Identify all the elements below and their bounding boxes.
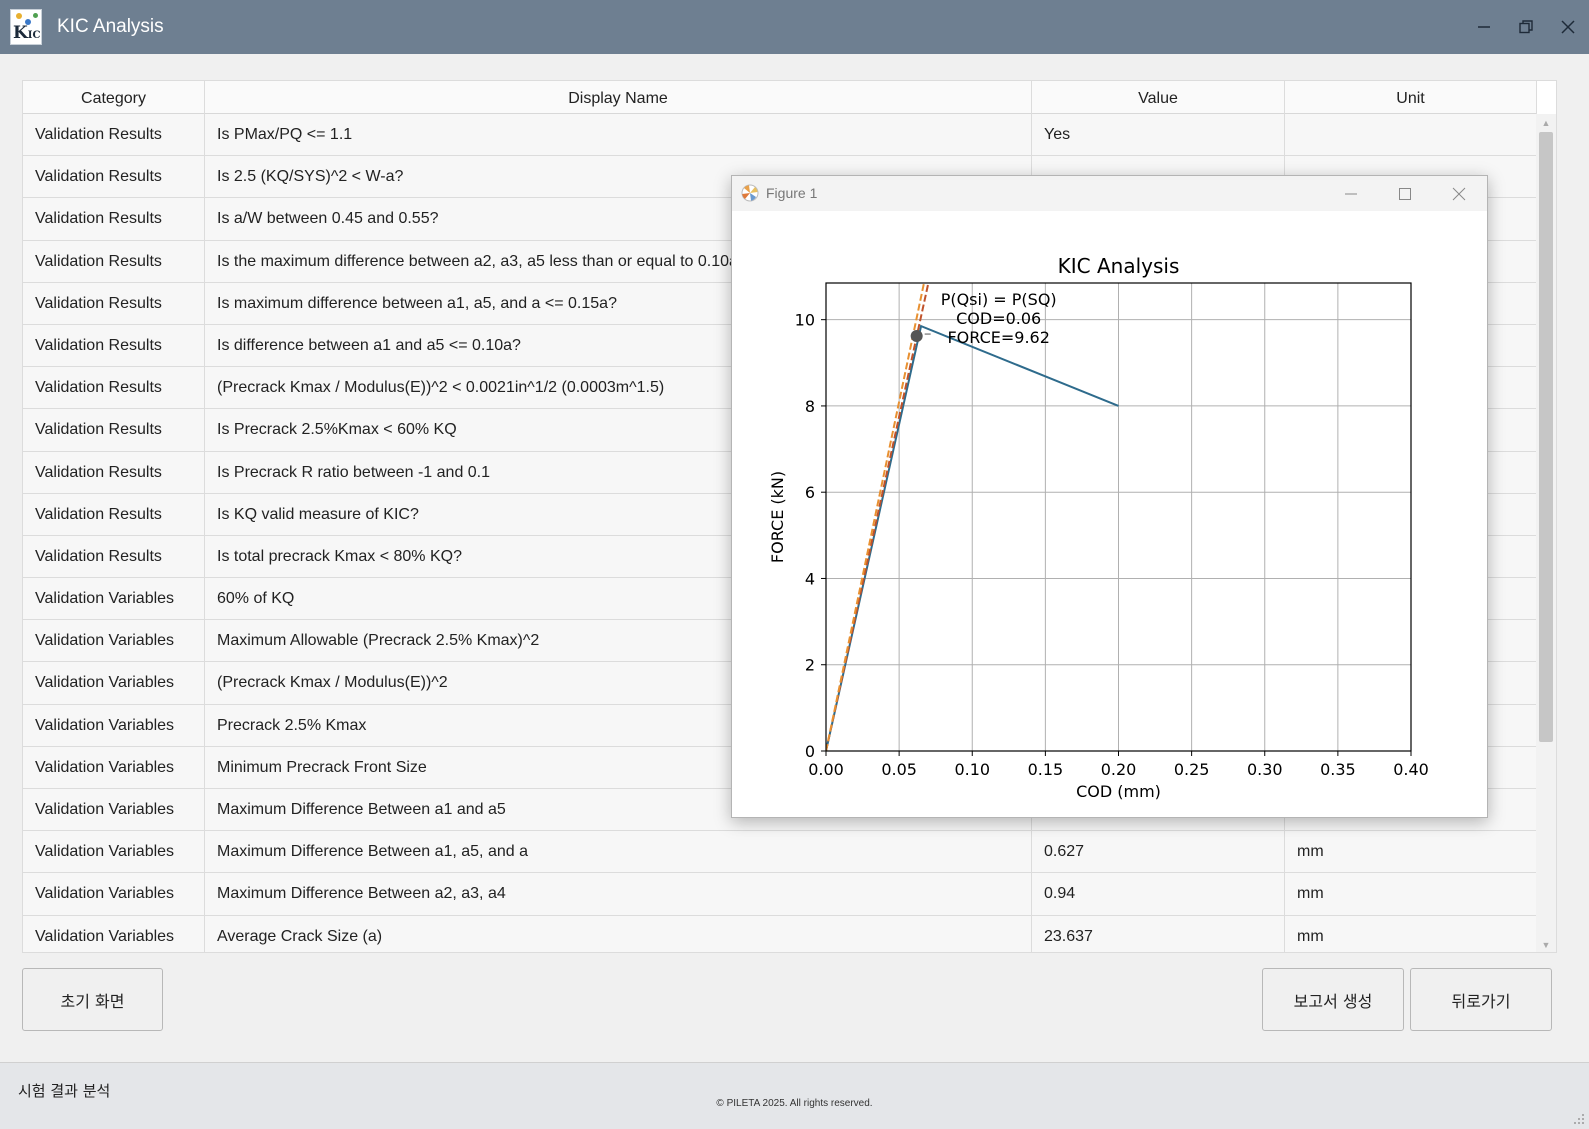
table-row[interactable]: Validation Variables Average Crack Size (…	[23, 915, 1537, 952]
cell-name: Maximum Difference Between a2, a3, a4	[205, 873, 1032, 915]
x-tick-label: 0.00	[808, 760, 844, 779]
cell-unit: mm	[1285, 873, 1537, 915]
scrollbar-thumb[interactable]	[1539, 132, 1553, 742]
cell-category: Validation Results	[23, 114, 205, 156]
vertical-scrollbar[interactable]: ▲ ▼	[1536, 114, 1556, 952]
column-header-category[interactable]: Category	[23, 81, 205, 114]
y-tick-label: 4	[805, 569, 815, 588]
cell-unit: mm	[1285, 915, 1537, 952]
cell-category: Validation Variables	[23, 789, 205, 831]
cell-category: Validation Variables	[23, 704, 205, 746]
cell-category: Validation Results	[23, 535, 205, 578]
annotation-text: P(Qsi) = P(SQ)	[941, 290, 1057, 309]
column-header-unit[interactable]: Unit	[1285, 81, 1537, 114]
home-screen-button[interactable]: 초기 화면	[22, 968, 163, 1031]
x-tick-label: 0.35	[1320, 760, 1356, 779]
scroll-up-icon[interactable]: ▲	[1536, 114, 1556, 132]
minimize-button[interactable]	[1463, 0, 1505, 54]
restore-button[interactable]	[1505, 0, 1547, 54]
cell-category: Validation Results	[23, 367, 205, 409]
x-tick-label: 0.25	[1174, 760, 1210, 779]
cell-category: Validation Variables	[23, 915, 205, 952]
cell-category: Validation Results	[23, 198, 205, 240]
y-axis-label: FORCE (kN)	[768, 471, 787, 563]
cell-unit: mm	[1285, 831, 1537, 873]
copyright-text: © PILETA 2025. All rights reserved.	[716, 1098, 873, 1109]
x-tick-label: 0.30	[1247, 760, 1283, 779]
status-bar: 시험 결과 분석 © PILETA 2025. All rights reser…	[0, 1062, 1589, 1129]
figure-title: Figure 1	[766, 185, 818, 201]
cell-value: 23.637	[1032, 915, 1285, 952]
cell-category: Validation Results	[23, 240, 205, 282]
y-tick-label: 6	[805, 483, 815, 502]
scroll-down-icon[interactable]: ▼	[1536, 936, 1556, 952]
x-tick-label: 0.40	[1393, 760, 1429, 779]
series-line-2	[826, 283, 925, 751]
close-icon	[1561, 20, 1575, 34]
cell-value: Yes	[1032, 114, 1285, 156]
cell-category: Validation Variables	[23, 873, 205, 915]
chart-title: KIC Analysis	[1058, 254, 1180, 278]
cell-category: Validation Variables	[23, 746, 205, 788]
close-button[interactable]	[1547, 0, 1589, 54]
table-header: Category Display Name Value Unit	[23, 81, 1537, 114]
annotation-text: COD=0.06	[956, 309, 1041, 328]
cell-value: 0.94	[1032, 873, 1285, 915]
y-tick-label: 8	[805, 397, 815, 416]
maximize-icon	[1399, 187, 1411, 200]
cell-category: Validation Results	[23, 451, 205, 493]
annotation-text: FORCE=9.62	[947, 328, 1049, 347]
cell-category: Validation Results	[23, 493, 205, 535]
y-tick-label: 10	[795, 311, 815, 330]
figure-minimize-button[interactable]	[1324, 176, 1378, 211]
x-tick-label: 0.10	[954, 760, 990, 779]
cell-category: Validation Results	[23, 409, 205, 451]
cell-category: Validation Variables	[23, 662, 205, 704]
x-tick-label: 0.05	[881, 760, 917, 779]
cell-category: Validation Results	[23, 324, 205, 367]
column-header-display-name[interactable]: Display Name	[205, 81, 1032, 114]
title-bar: KIC KIC Analysis	[0, 0, 1589, 54]
cell-name: Average Crack Size (a)	[205, 915, 1032, 952]
cell-unit	[1285, 114, 1537, 156]
app-logo-icon: KIC	[10, 9, 42, 45]
cell-category: Validation Variables	[23, 831, 205, 873]
column-header-value[interactable]: Value	[1032, 81, 1285, 114]
force-cod-chart: P(Qsi) = P(SQ)COD=0.06FORCE=9.62 0.00 0.05…	[768, 254, 1429, 801]
cell-category: Validation Variables	[23, 620, 205, 662]
minimize-icon	[1345, 193, 1357, 194]
cell-category: Validation Variables	[23, 578, 205, 620]
x-tick-label: 0.15	[1028, 760, 1064, 779]
resize-grip-icon[interactable]	[1573, 1113, 1585, 1125]
cell-value: 0.627	[1032, 831, 1285, 873]
table-row[interactable]: Validation Variables Maximum Difference B…	[23, 831, 1537, 874]
x-axis-label: COD (mm)	[1076, 782, 1161, 801]
cell-category: Validation Results	[23, 282, 205, 324]
minimize-icon	[1478, 26, 1490, 28]
matplotlib-icon	[741, 184, 759, 202]
cell-category: Validation Results	[23, 156, 205, 198]
table-row[interactable]: Validation Results Is PMax/PQ <= 1.1 Yes	[23, 114, 1537, 157]
y-tick-label: 2	[805, 656, 815, 675]
figure-close-button[interactable]	[1432, 176, 1486, 211]
y-tick-label: 0	[805, 742, 815, 761]
table-row[interactable]: Validation Variables Maximum Difference B…	[23, 873, 1537, 916]
figure-title-bar[interactable]: Figure 1	[732, 176, 1487, 211]
cell-name: Is PMax/PQ <= 1.1	[205, 114, 1032, 156]
window-title: KIC Analysis	[57, 16, 164, 37]
figure-maximize-button[interactable]	[1378, 176, 1432, 211]
figure-window[interactable]: Figure 1 P(Qsi) = P(SQ) COD=0.06 FORCE=9.6…	[731, 175, 1488, 818]
close-icon	[1452, 187, 1466, 200]
back-button[interactable]: 뒤로가기	[1410, 968, 1552, 1031]
peak-marker	[910, 330, 923, 343]
restore-icon	[1519, 20, 1533, 34]
generate-report-button[interactable]: 보고서 생성	[1262, 968, 1404, 1031]
x-tick-label: 0.20	[1101, 760, 1137, 779]
cell-name: Maximum Difference Between a1, a5, and a	[205, 831, 1032, 873]
